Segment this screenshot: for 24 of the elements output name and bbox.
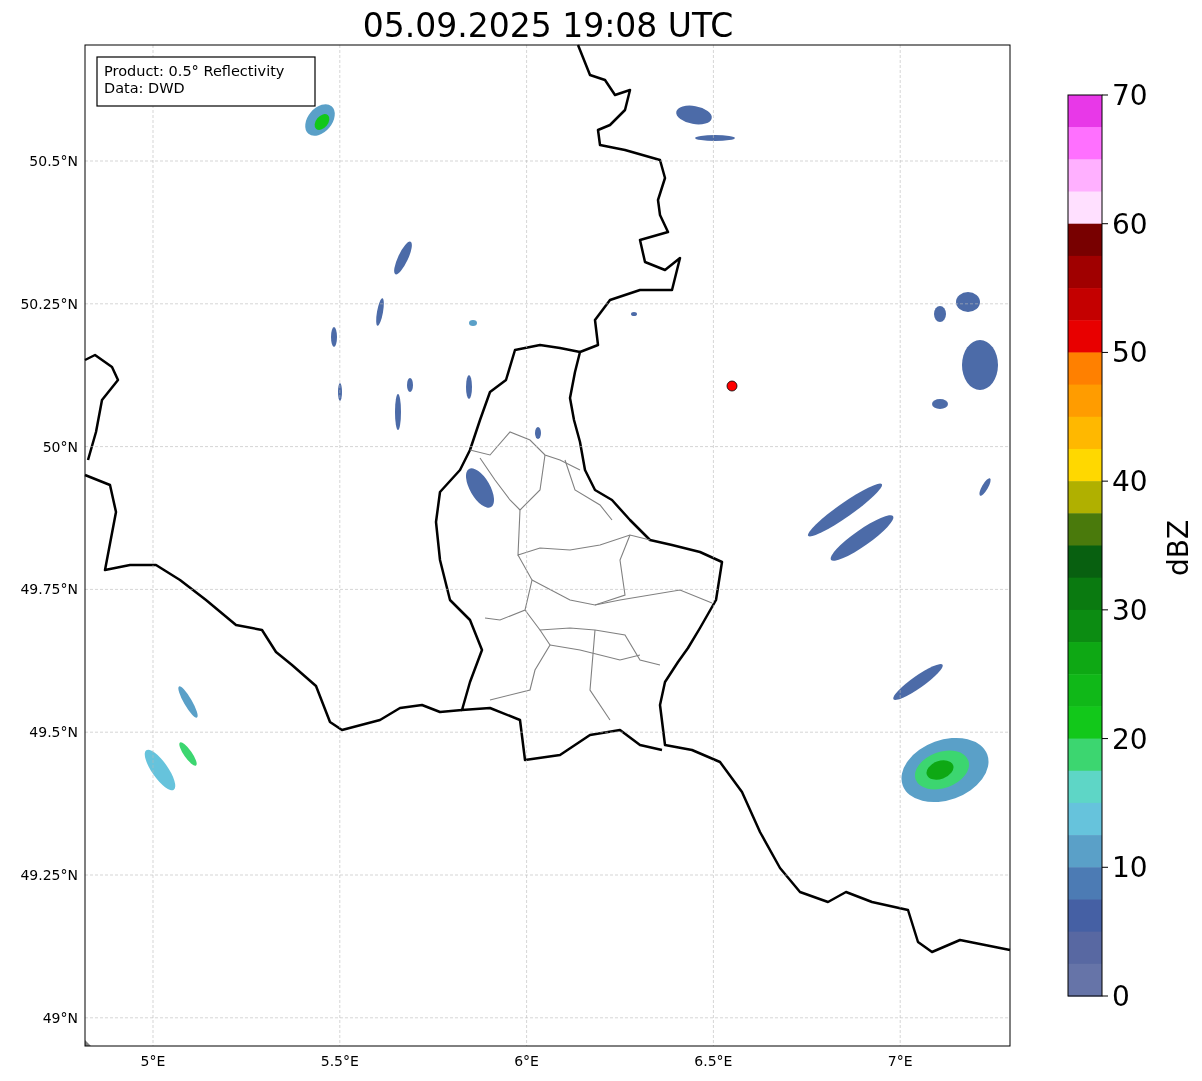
axis-tick-label: 5.5°E [320, 1053, 359, 1069]
colorbar-tick-label: 0 [1112, 980, 1130, 1013]
colorbar-tick-label: 40 [1112, 465, 1148, 499]
colorbar-label: dBZ [1162, 519, 1195, 577]
axis-tick-label: 49.25°N [20, 867, 78, 883]
colorbar-tick-label: 50 [1112, 336, 1148, 370]
axis-tick-label: 50.25°N [20, 295, 78, 312]
axis-tick-label: 6.5°E [694, 1053, 733, 1069]
axis-tick-label: 50.5°N [29, 153, 78, 169]
axis-tick-label: 49.5°N [29, 724, 78, 741]
axis-tick-label: 5°E [140, 1053, 166, 1069]
info-text: Product: 0.5° Reflectivity [104, 63, 285, 79]
colorbar-tick-label: 30 [1112, 593, 1148, 627]
axis-tick-label: 49.75°N [20, 581, 78, 598]
axis-tick-label: 6°E [514, 1053, 539, 1069]
info-text: Data: DWD [104, 80, 185, 96]
colorbar-tick-label: 10 [1112, 851, 1148, 885]
axis-tick-label: 7°E [887, 1053, 913, 1069]
axis-tick-label: 50°N [42, 438, 78, 455]
axis-tick-label: 49°N [42, 1009, 78, 1026]
chart-title: 05.09.2025 19:08 UTC [362, 6, 734, 45]
colorbar-tick-label: 20 [1112, 722, 1148, 756]
colorbar-tick-label: 70 [1112, 79, 1148, 112]
colorbar-tick-label: 60 [1112, 207, 1148, 241]
